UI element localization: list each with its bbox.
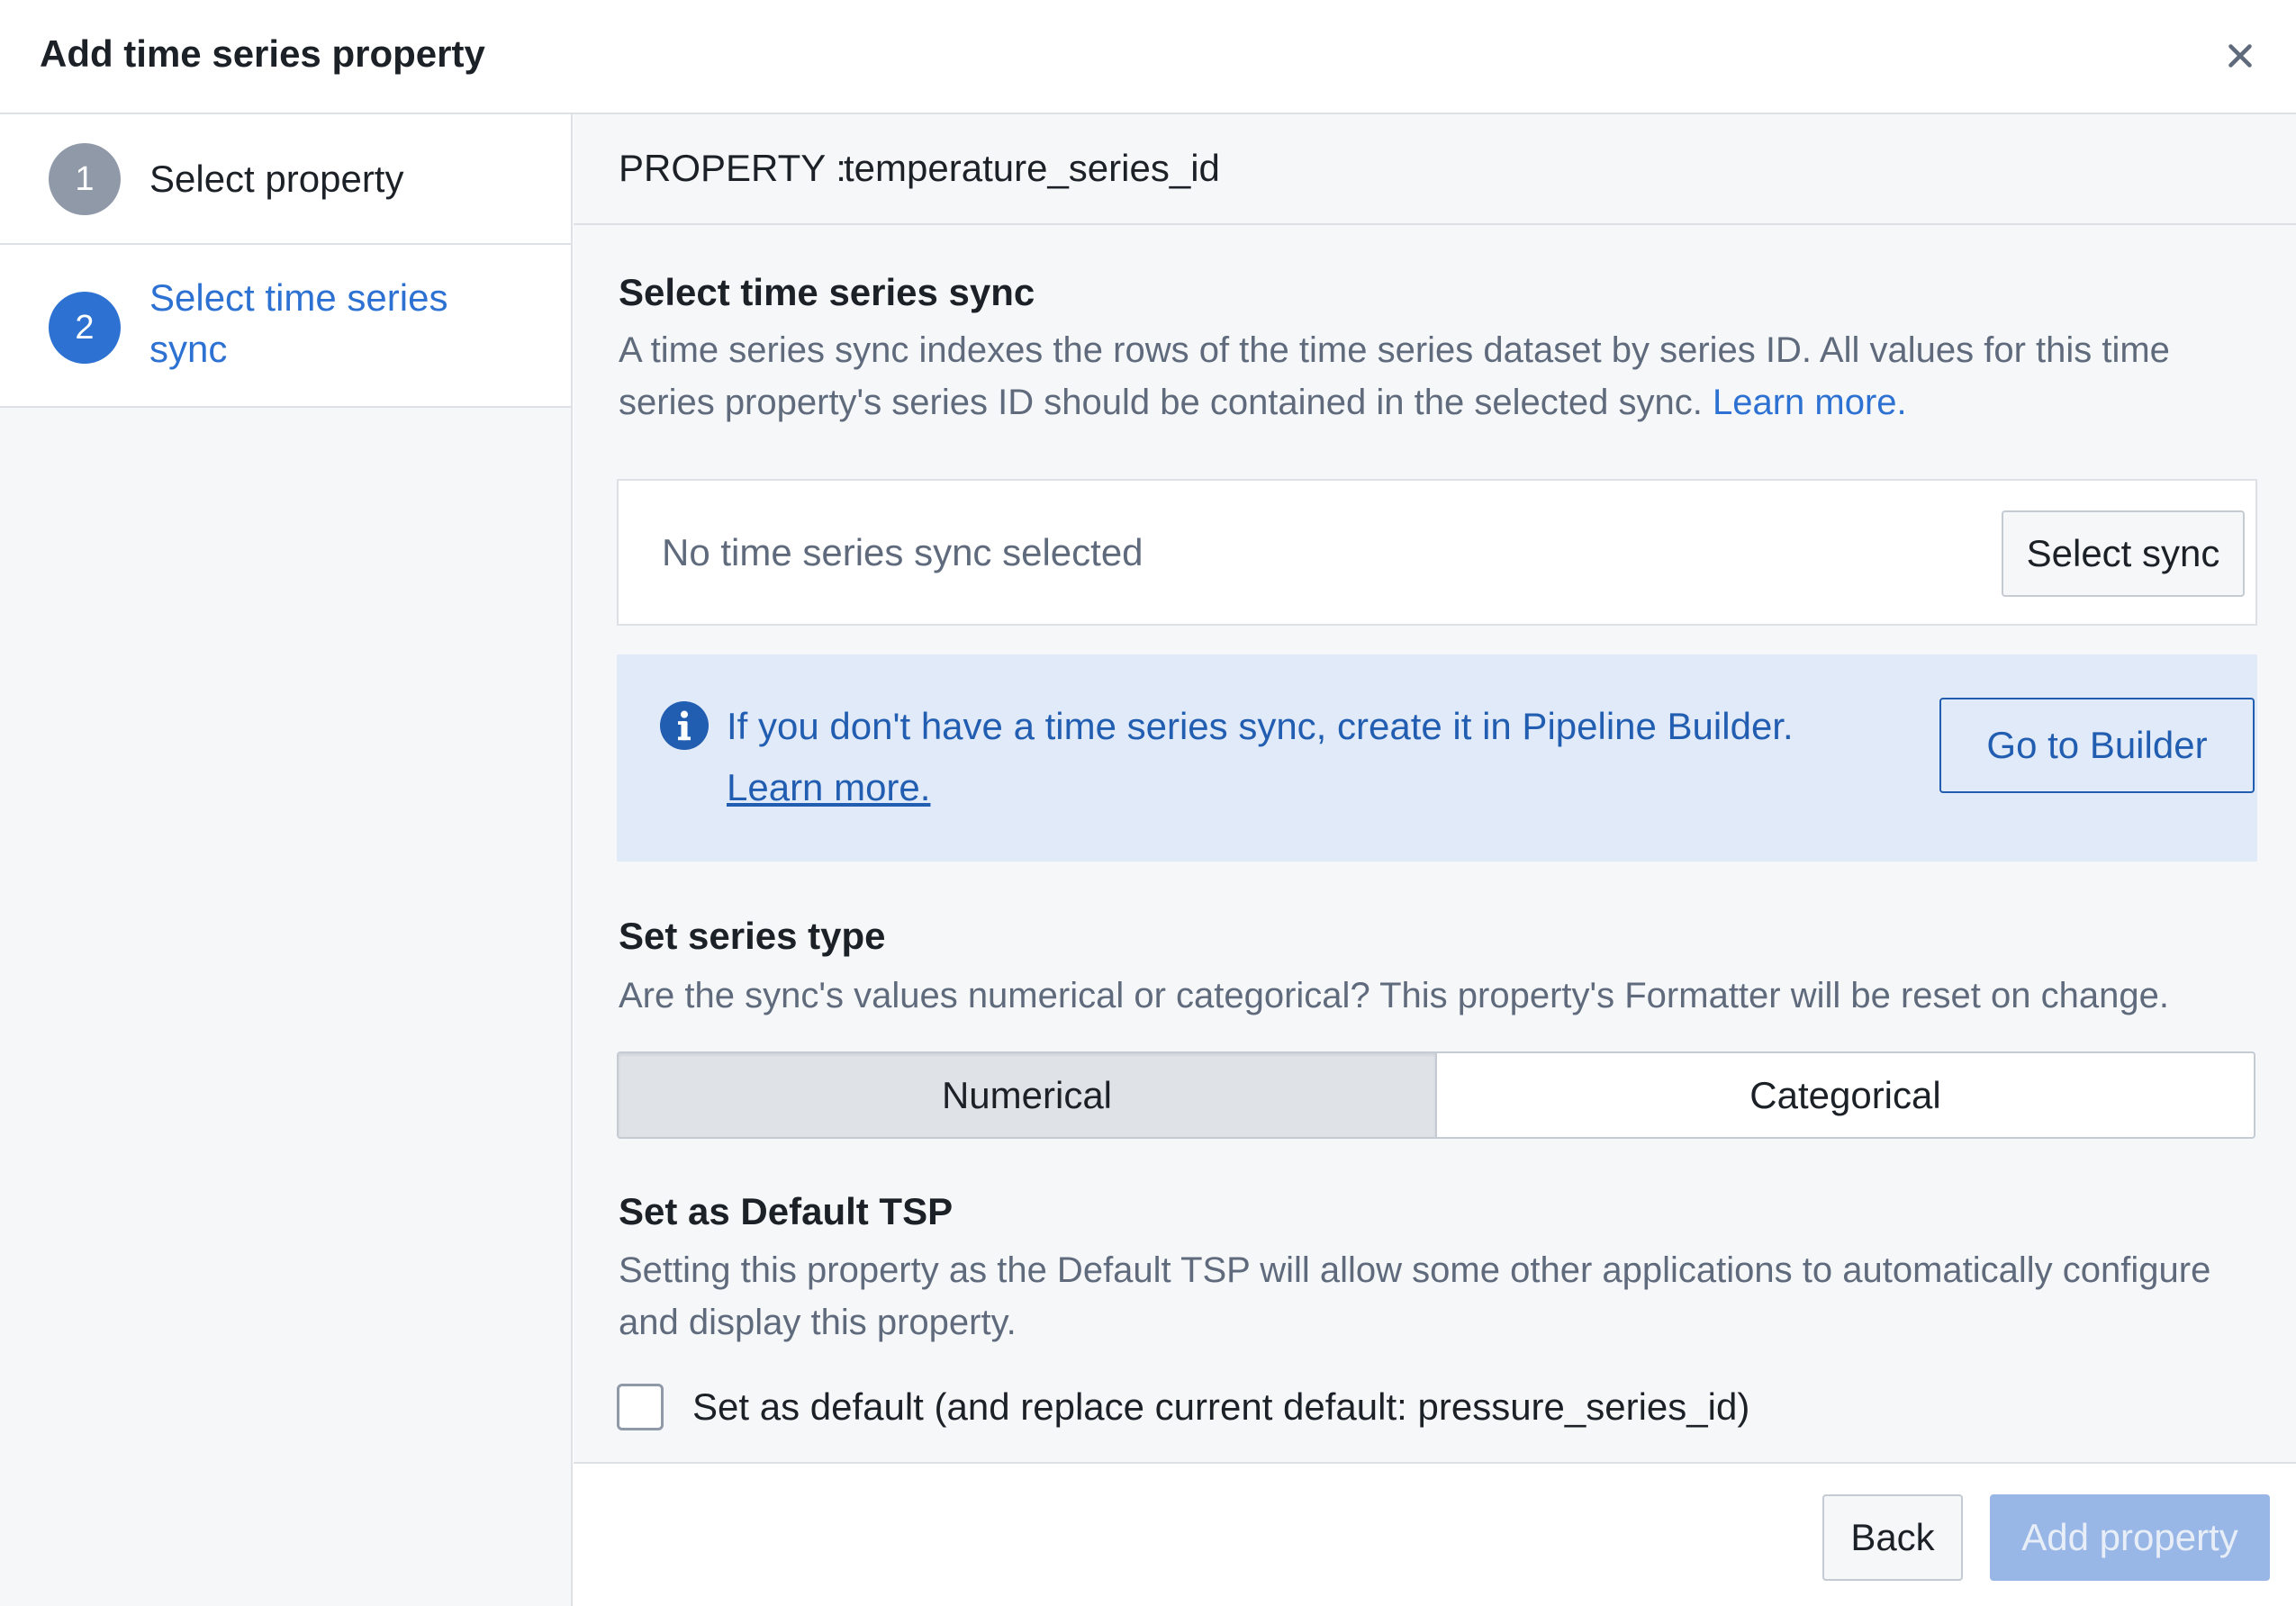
property-bar: PROPERTY : temperature_series_id xyxy=(574,114,2296,225)
callout-learn-more-link[interactable]: Learn more. xyxy=(727,757,930,818)
step-number-badge: 1 xyxy=(49,143,121,215)
step-select-time-series-sync[interactable]: 2 Select time series sync xyxy=(0,245,571,408)
dialog-header: Add time series property xyxy=(0,0,2296,114)
step-select-property[interactable]: 1 Select property xyxy=(0,114,571,245)
set-default-checkbox-label: Set as default (and replace current defa… xyxy=(692,1385,1750,1428)
series-type-title: Set series type xyxy=(619,915,886,957)
add-time-series-property-dialog: Add time series property 1 Select proper… xyxy=(0,0,2296,1606)
numerical-option[interactable]: Numerical xyxy=(619,1053,1437,1137)
close-icon xyxy=(2228,44,2252,68)
set-default-checkbox-row[interactable]: Set as default (and replace current defa… xyxy=(617,1382,1749,1432)
categorical-option[interactable]: Categorical xyxy=(1437,1053,2254,1137)
close-button[interactable] xyxy=(2215,31,2265,81)
steps-sidebar: 1 Select property 2 Select time series s… xyxy=(0,114,573,1606)
back-button[interactable]: Back xyxy=(1822,1494,1963,1581)
dialog-title: Add time series property xyxy=(40,32,485,75)
dialog-footer: Back Add property xyxy=(574,1462,2296,1606)
add-property-button[interactable]: Add property xyxy=(1990,1494,2270,1581)
sync-empty-state: No time series sync selected xyxy=(662,531,1143,573)
step-number-badge: 2 xyxy=(49,292,121,364)
go-to-builder-button[interactable]: Go to Builder xyxy=(1939,698,2255,793)
property-value: temperature_series_id xyxy=(844,147,1220,189)
main-panel: PROPERTY : temperature_series_id Select … xyxy=(574,114,2296,1606)
property-key-label: PROPERTY : xyxy=(619,147,846,189)
set-default-checkbox[interactable] xyxy=(617,1384,664,1430)
series-type-segmented-control: Numerical Categorical xyxy=(617,1051,2255,1139)
sync-section-title: Select time series sync xyxy=(619,271,1035,313)
series-type-description: Are the sync's values numerical or categ… xyxy=(619,976,2169,1015)
sync-learn-more-link[interactable]: Learn more. xyxy=(1713,383,1907,422)
step-label: Select property xyxy=(149,158,404,200)
select-sync-button[interactable]: Select sync xyxy=(2002,510,2245,597)
default-tsp-title: Set as Default TSP xyxy=(619,1190,954,1232)
sync-section-description: A time series sync indexes the rows of t… xyxy=(619,324,2275,429)
sync-description-text: A time series sync indexes the rows of t… xyxy=(619,330,2170,422)
info-icon xyxy=(660,701,709,750)
pipeline-builder-callout: If you don't have a time series sync, cr… xyxy=(617,654,2257,862)
step-label: Select time series sync xyxy=(149,276,448,370)
callout-text: If you don't have a time series sync, cr… xyxy=(727,705,1794,747)
sync-selection-box: No time series sync selected Select sync xyxy=(617,479,2257,626)
default-tsp-description: Setting this property as the Default TSP… xyxy=(619,1250,2211,1342)
